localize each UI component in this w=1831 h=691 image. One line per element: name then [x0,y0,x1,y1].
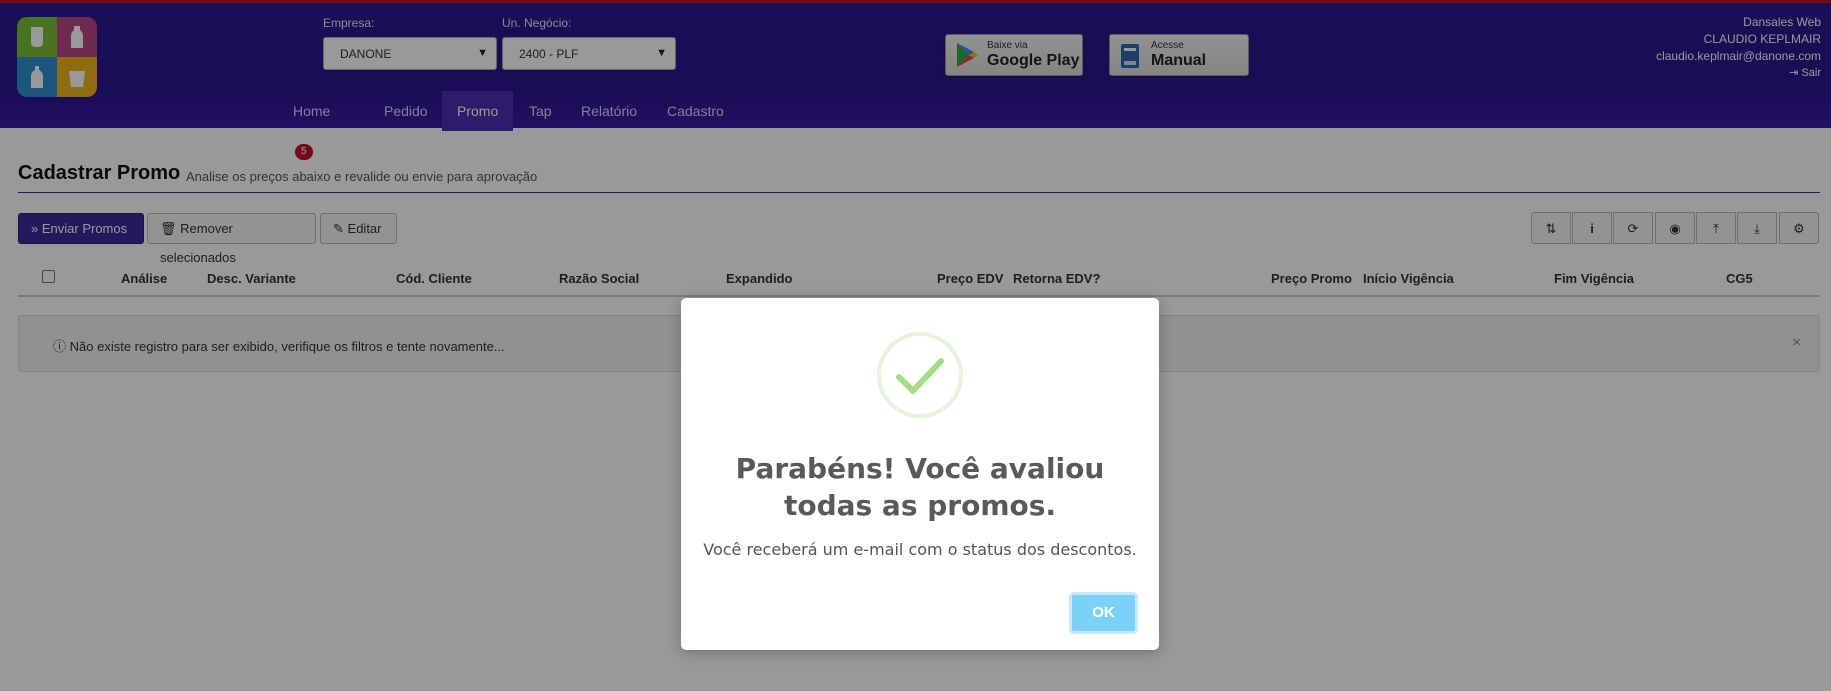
ok-button[interactable]: OK [1069,592,1138,634]
success-check-icon [877,332,963,418]
dialog-title: Parabéns! Você avaliou todas as promos. [735,452,1105,522]
success-dialog: Parabéns! Você avaliou todas as promos. … [681,298,1159,650]
dialog-text: Você receberá um e-mail com o status dos… [703,540,1137,559]
